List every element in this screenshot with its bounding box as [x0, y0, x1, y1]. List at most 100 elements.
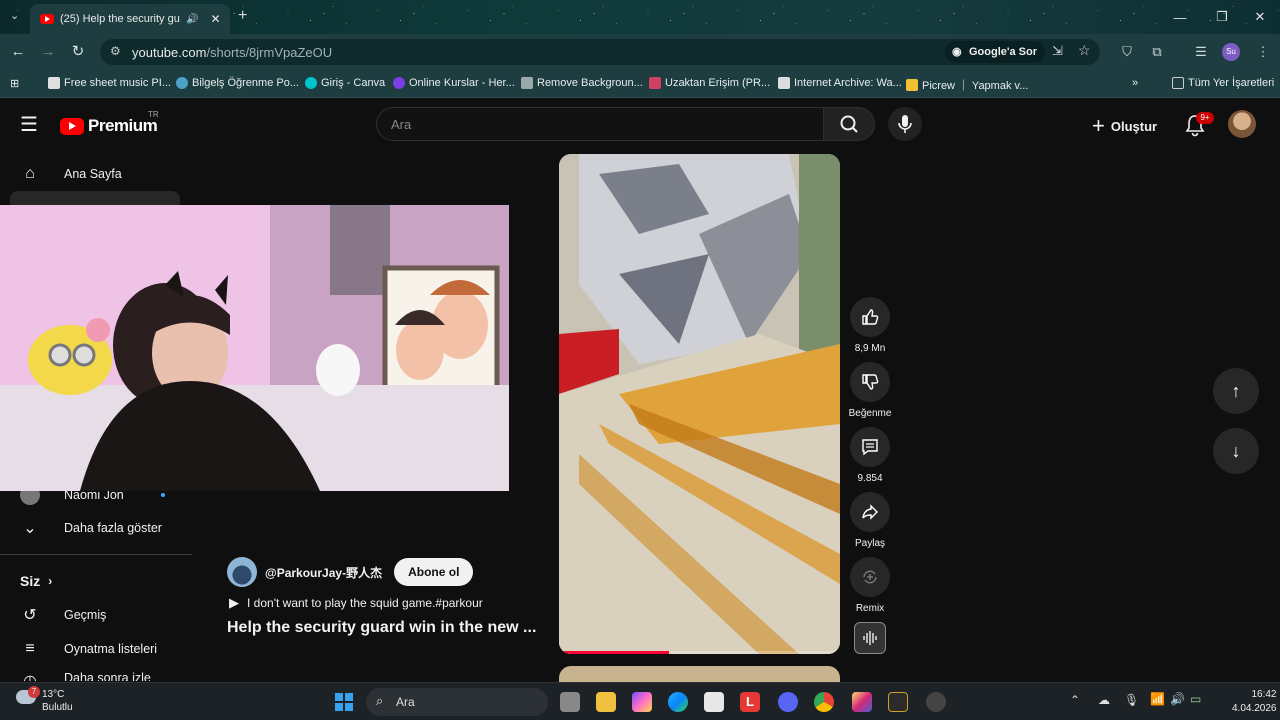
bookmark-item[interactable]: Uzaktan Erişim (PR... — [649, 77, 770, 89]
extensions-puzzle-icon[interactable]: ⧉ — [1148, 43, 1166, 61]
comments-button[interactable] — [850, 427, 890, 467]
minimize-icon[interactable]: — — [1160, 0, 1200, 34]
windows-taskbar: 7 13°C Bulutlu ⌕ Ara L ⌃ ☁ 🎙 📶 🔊 ▭ 16:42… — [0, 682, 1280, 720]
edge-icon[interactable] — [668, 692, 688, 712]
sidebar-item-playlists[interactable]: ≡ Oynatma listeleri — [20, 637, 157, 661]
short-title[interactable]: Help the security guard win in the new .… — [227, 619, 536, 637]
home-icon: ⌂ — [25, 165, 35, 182]
sidebar-item-home[interactable]: ⌂ Ana Sayfa — [20, 162, 122, 186]
account-avatar[interactable] — [1228, 110, 1256, 138]
video-progress-bar[interactable] — [559, 651, 840, 654]
cloud-tray-icon[interactable]: ☁ — [1098, 693, 1110, 707]
media-control-icon[interactable]: ☰ — [1192, 43, 1210, 61]
file-explorer-icon[interactable] — [596, 692, 616, 712]
mic-tray-icon[interactable]: 🎙 — [1124, 693, 1139, 707]
share-action[interactable]: Paylaş — [850, 492, 890, 549]
new-tab-icon[interactable]: + — [238, 7, 247, 25]
next-short-preview[interactable] — [559, 666, 840, 682]
bookmark-item[interactable]: Giriş - Canva — [305, 77, 385, 89]
channel-name[interactable]: @ParkourJay-野人杰 — [265, 564, 382, 581]
battery-icon[interactable]: ▭ — [1190, 692, 1201, 706]
wifi-icon[interactable]: 📶 — [1150, 692, 1165, 706]
system-clock[interactable]: 16:42 4.04.2026 — [1232, 688, 1277, 716]
chrome-icon[interactable] — [814, 692, 834, 712]
subscribe-button[interactable]: Abone ol — [394, 558, 474, 586]
short-description[interactable]: ▶ I don't want to play the squid game.#pa… — [229, 595, 483, 611]
bookmark-item[interactable]: Picrew ｜ Yapmak v... — [906, 77, 1028, 93]
shield-extension-icon[interactable]: ⛉ — [1118, 43, 1136, 61]
task-view-icon[interactable] — [560, 692, 580, 712]
weather-badge: 7 — [28, 686, 40, 698]
google-ask-button[interactable]: ◉ Google'a Sor — [945, 41, 1046, 63]
omnibox[interactable]: ⚙ youtube.com/shorts/8jrmVpaZeOU ◉ Googl… — [100, 39, 1100, 65]
bookmark-item[interactable]: Online Kurslar - Her... — [393, 77, 515, 89]
weather-widget[interactable]: 7 13°C Bulutlu — [16, 686, 73, 714]
tab-youtube[interactable]: (25) Help the security guard... 🔊 ✕ — [30, 4, 230, 34]
like-button[interactable] — [850, 297, 890, 337]
windows-start-icon[interactable] — [334, 692, 354, 712]
tab-title: (25) Help the security guard... — [60, 13, 180, 25]
speaker-icon[interactable]: 🔊 — [186, 14, 198, 25]
app-l-icon[interactable]: L — [740, 692, 760, 712]
like-action[interactable]: 8,9 Mn — [850, 297, 890, 354]
bookmark-item[interactable]: Free sheet music PI... — [48, 77, 171, 89]
bookmark-item[interactable]: Internet Archive: Wa... — [778, 77, 902, 89]
youtube-premium-logo[interactable]: Premium TR — [60, 110, 159, 136]
all-bookmarks[interactable]: Tüm Yer İşaretleri — [1172, 77, 1274, 89]
thumbs-down-icon — [862, 374, 879, 390]
microphone-icon — [898, 115, 912, 133]
window-close-icon[interactable]: ✕ — [1240, 0, 1280, 34]
app-pen-icon[interactable] — [888, 692, 908, 712]
sidebar-show-more[interactable]: ⌄ Daha fazla göster — [20, 516, 162, 540]
bookmark-item[interactable]: Remove Backgroun... — [521, 77, 643, 89]
maximize-icon[interactable]: ❐ — [1202, 0, 1242, 34]
tray-expand-icon[interactable]: ⌃ — [1070, 693, 1080, 707]
bookmark-item[interactable]: Bilgelş Öğrenme Po... — [176, 77, 299, 89]
bookmark-star-icon[interactable]: ☆ — [1078, 42, 1091, 59]
dislike-button[interactable] — [850, 362, 890, 402]
tab-list-icon[interactable]: ⌄ — [10, 9, 19, 22]
remix-button[interactable] — [850, 557, 890, 597]
sidebar-item-watch-later[interactable]: ◷Daha sonra izle — [20, 671, 151, 681]
remix-action[interactable]: Remix — [850, 557, 890, 614]
sidebar-you-header[interactable]: Siz › — [20, 569, 52, 593]
address-bar-row: ← → ↻ ⚙ youtube.com/shorts/8jrmVpaZeOU ◉… — [0, 34, 1280, 70]
udemy-icon — [393, 77, 405, 89]
search-button[interactable] — [823, 107, 875, 141]
next-short-button[interactable]: ↓ — [1213, 428, 1259, 474]
search-input[interactable]: Ara — [376, 107, 824, 141]
reload-icon[interactable]: ↻ — [68, 42, 88, 62]
menu-kebab-icon[interactable]: ⋮ — [1254, 43, 1272, 61]
site-info-icon[interactable]: ⚙ — [110, 44, 121, 58]
more-bookmarks-icon[interactable]: » — [1132, 77, 1138, 89]
taskbar-search[interactable]: ⌕ Ara — [366, 688, 548, 716]
volume-icon[interactable]: 🔊 — [1170, 692, 1185, 706]
share-icon — [862, 504, 878, 520]
copilot-icon[interactable] — [632, 692, 652, 712]
webcam-video — [0, 205, 509, 491]
url-text[interactable]: youtube.com/shorts/8jrmVpaZeOU — [132, 45, 332, 60]
instagram-icon[interactable] — [852, 692, 872, 712]
tab-close-icon[interactable]: ✕ — [210, 12, 220, 26]
sidebar-item-history[interactable]: ↺ Geçmiş — [20, 603, 106, 627]
hamburger-menu-icon[interactable]: ☰ — [20, 112, 38, 137]
sound-button[interactable] — [854, 622, 886, 654]
sheet-music-icon — [48, 77, 60, 89]
create-button[interactable]: + Oluştur — [1092, 112, 1157, 140]
share-button[interactable] — [850, 492, 890, 532]
dislike-action[interactable]: Beğenme — [849, 362, 891, 419]
apps-grid-icon[interactable]: ⊞ — [10, 77, 19, 90]
back-icon[interactable]: ← — [8, 42, 28, 62]
voice-search-button[interactable] — [888, 107, 922, 141]
comments-action[interactable]: 9.854 — [850, 427, 890, 484]
audio-wave-icon — [863, 631, 877, 645]
install-icon[interactable]: ⇲ — [1052, 43, 1063, 59]
forward-icon[interactable]: → — [38, 42, 58, 62]
discord-icon[interactable] — [778, 692, 798, 712]
channel-avatar[interactable] — [227, 557, 257, 587]
store-icon[interactable] — [704, 692, 724, 712]
app-circle-icon[interactable] — [926, 692, 946, 712]
profile-avatar[interactable]: Su — [1222, 43, 1240, 61]
previous-short-button[interactable]: ↑ — [1213, 368, 1259, 414]
short-video-player[interactable] — [559, 154, 840, 654]
